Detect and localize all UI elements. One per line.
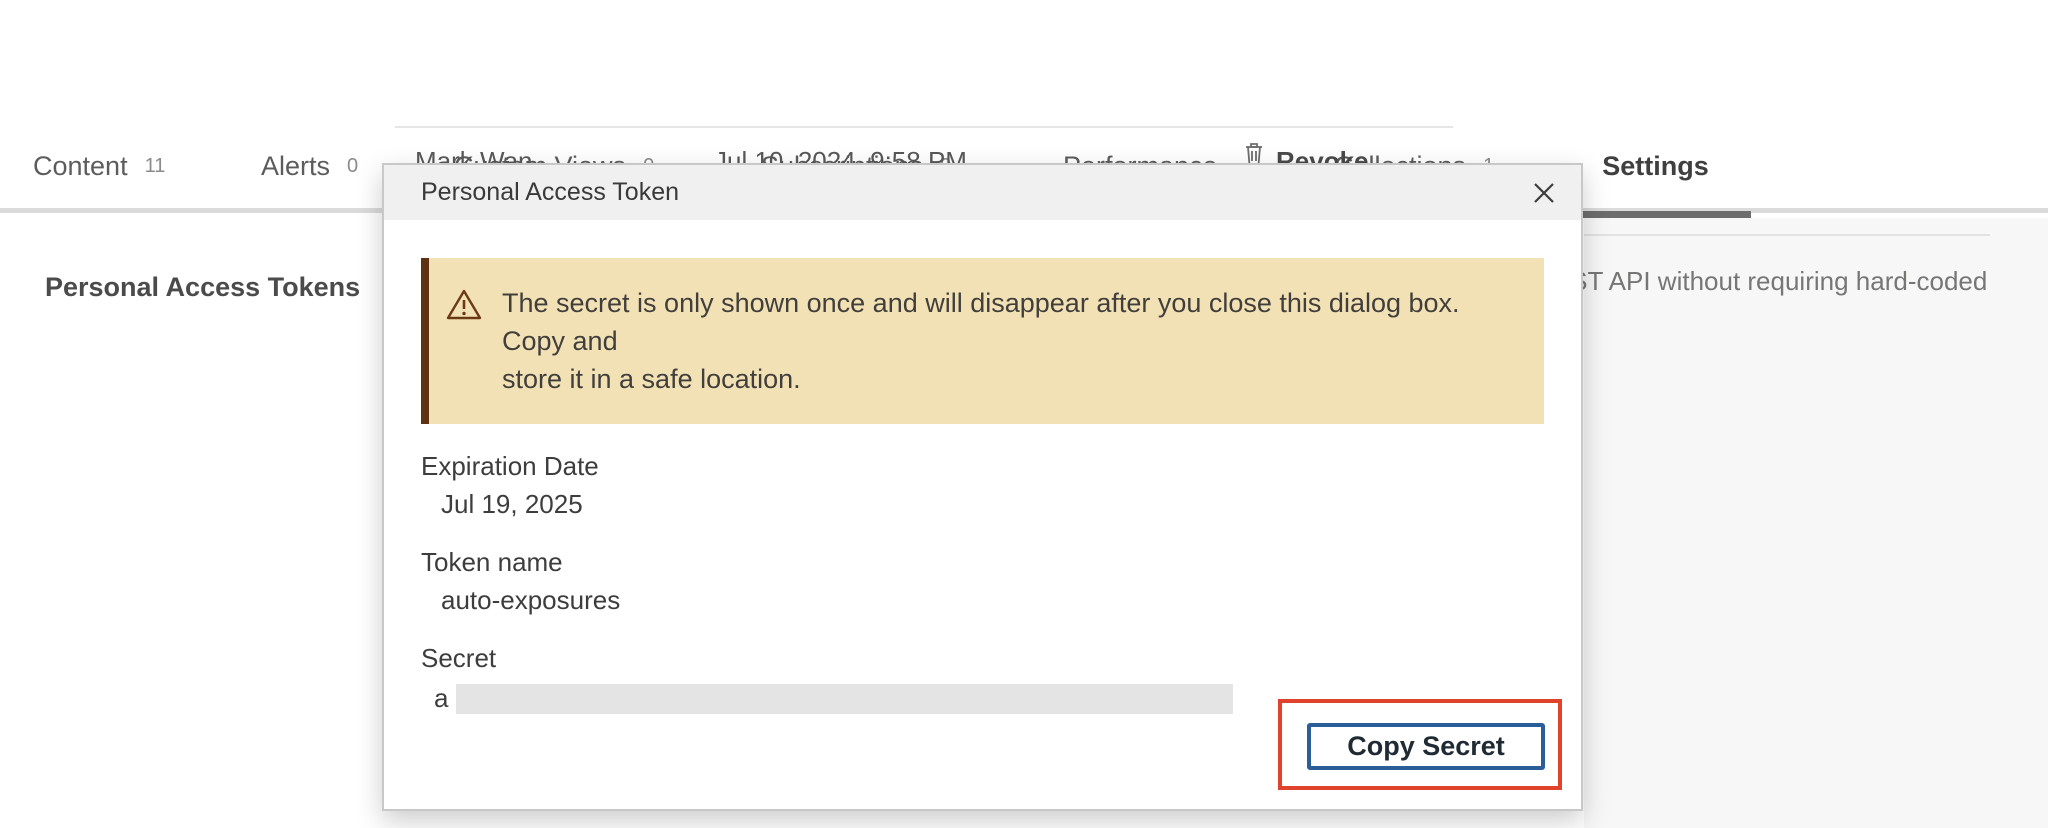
section-label: Personal Access Tokens xyxy=(45,272,360,303)
warning-banner: The secret is only shown once and will d… xyxy=(421,258,1544,424)
settings-page: REST API without requiring hard-coded Co… xyxy=(0,0,2048,828)
dialog-title: Personal Access Token xyxy=(421,178,679,207)
warning-line-1: The secret is only shown once and will d… xyxy=(502,284,1520,360)
warning-triangle-icon xyxy=(445,288,483,327)
close-icon[interactable] xyxy=(1529,178,1559,208)
personal-access-token-dialog: Personal Access Token The secret is only xyxy=(382,163,1583,811)
dialog-header: Personal Access Token xyxy=(384,165,1581,220)
pat-description-text: REST API without requiring hard-coded xyxy=(1534,266,1987,297)
warning-message: The secret is only shown once and will d… xyxy=(502,284,1520,398)
section-divider xyxy=(1584,234,1990,236)
copy-secret-button[interactable]: Copy Secret xyxy=(1307,723,1545,770)
expiration-date-label: Expiration Date xyxy=(421,451,1544,482)
warning-line-2: store it in a safe location. xyxy=(502,360,1520,398)
expiration-date-value: Jul 19, 2025 xyxy=(441,489,1544,520)
token-name-label: Token name xyxy=(421,547,1544,578)
secret-redacted-bar xyxy=(456,684,1233,714)
token-name-value: auto-exposures xyxy=(441,585,1544,616)
active-tab-underline xyxy=(1560,211,1751,218)
dialog-body: The secret is only shown once and will d… xyxy=(384,258,1581,828)
table-row-divider xyxy=(395,126,1453,128)
secret-visible-text: a xyxy=(434,683,448,714)
secret-row: a xyxy=(421,683,1544,714)
secret-label: Secret xyxy=(421,643,1544,674)
background-right-panel xyxy=(1584,218,2048,828)
